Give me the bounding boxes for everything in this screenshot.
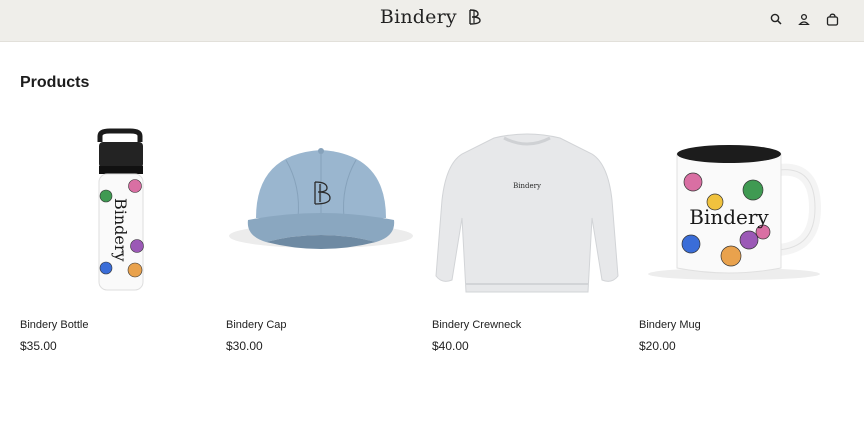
- product-card[interactable]: Bindery Bindery Crewneck $40.00: [432, 108, 622, 358]
- account-icon[interactable]: [796, 11, 812, 27]
- product-price: $30.00: [226, 339, 263, 353]
- product-image-bottle[interactable]: Bindery: [20, 108, 210, 304]
- brand-name[interactable]: Bindery: [380, 6, 457, 28]
- site-header: Bindery: [0, 0, 864, 42]
- product-name[interactable]: Bindery Mug: [639, 319, 701, 331]
- brand-monogram-icon: [469, 9, 481, 25]
- header-actions: [768, 11, 840, 27]
- product-price: $20.00: [639, 339, 676, 353]
- product-card[interactable]: Bindery Cap $30.00: [226, 108, 416, 358]
- product-card[interactable]: Bindery Bindery Mug $20.00: [639, 108, 829, 358]
- crewneck-print: Bindery: [513, 182, 541, 190]
- search-icon[interactable]: [768, 11, 784, 27]
- product-name[interactable]: Bindery Crewneck: [432, 319, 521, 331]
- brand-logo[interactable]: Bindery: [0, 6, 864, 28]
- product-name[interactable]: Bindery Cap: [226, 319, 287, 331]
- product-price: $40.00: [432, 339, 469, 353]
- mug-print: Bindery: [689, 205, 769, 229]
- cart-icon[interactable]: [824, 11, 840, 27]
- page-title: Products: [20, 74, 90, 91]
- product-image-crewneck[interactable]: Bindery: [432, 108, 622, 304]
- bottle-print: Bindery: [111, 198, 130, 262]
- product-image-cap[interactable]: [226, 108, 416, 304]
- product-price: $35.00: [20, 339, 57, 353]
- product-image-mug[interactable]: Bindery: [639, 108, 829, 304]
- product-name[interactable]: Bindery Bottle: [20, 319, 88, 331]
- product-card[interactable]: Bindery Bindery Bottle $35.00: [20, 108, 210, 358]
- product-grid: Bindery Bindery Bottle $35.00 Bindery Ca…: [20, 108, 844, 358]
